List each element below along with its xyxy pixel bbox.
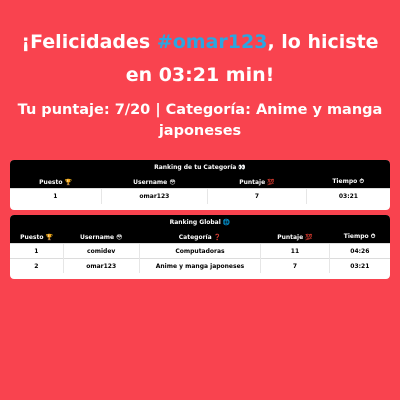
- global-header-row: Puesto 🏆 Username 😳 Categoría ❓ Puntaje …: [10, 231, 390, 244]
- congrats-headline: ¡Felicidades #omar123, lo hiciste en 03:…: [10, 26, 390, 92]
- global-ranking-card: Ranking Global 🌐 Puesto 🏆 Username 😳 Cat…: [10, 215, 390, 279]
- cell-username: omar123: [62, 258, 140, 273]
- cell-puntaje: 7: [207, 188, 307, 204]
- cell-puntaje: 11: [260, 243, 330, 259]
- table-row: 2 omar123 Anime y manga japoneses 7 03:2…: [10, 258, 390, 273]
- col-categoria: Categoría ❓: [139, 231, 261, 244]
- congrats-username: #omar123: [156, 31, 268, 53]
- cell-tiempo: 03:21: [328, 258, 390, 273]
- category-ranking-card: Ranking de tu Categoría 👀 Puesto 🏆 Usern…: [10, 160, 390, 210]
- global-ranking-title: Ranking Global 🌐: [10, 215, 390, 231]
- col-puntaje: Puntaje 💯: [207, 176, 307, 189]
- cell-categoria: Computadoras: [138, 243, 261, 259]
- col-username: Username 😳: [63, 231, 140, 244]
- cell-categoria: Anime y manga japoneses: [138, 258, 261, 273]
- category-header-row: Puesto 🏆 Username 😳 Puntaje 💯 Tiempo ⏱: [10, 176, 390, 189]
- score-summary: Tu puntaje: 7/20 | Categoría: Anime y ma…: [17, 102, 383, 139]
- cell-username: omar123: [100, 188, 208, 204]
- cell-puesto: 2: [10, 258, 64, 273]
- cell-puesto: 1: [10, 188, 102, 204]
- cell-tiempo: 04:26: [328, 243, 390, 259]
- table-row: 1 omar123 7 03:21: [10, 188, 390, 204]
- category-ranking-table: Puesto 🏆 Username 😳 Puntaje 💯 Tiempo ⏱ 1…: [10, 176, 390, 204]
- congrats-prefix: ¡Felicidades: [21, 31, 157, 53]
- col-tiempo: Tiempo ⏱: [329, 231, 390, 244]
- category-ranking-title: Ranking de tu Categoría 👀: [10, 160, 390, 176]
- col-tiempo: Tiempo ⏱: [306, 176, 390, 189]
- col-puesto: Puesto 🏆: [10, 176, 102, 189]
- cell-tiempo: 03:21: [305, 188, 390, 204]
- col-username: Username 😳: [101, 176, 208, 189]
- global-ranking-table: Puesto 🏆 Username 😳 Categoría ❓ Puntaje …: [10, 231, 390, 273]
- cell-puesto: 1: [10, 243, 64, 259]
- table-row: 1 comidev Computadoras 11 04:26: [10, 243, 390, 259]
- cell-puntaje: 7: [260, 258, 330, 273]
- col-puesto: Puesto 🏆: [10, 231, 64, 244]
- cell-username: comidev: [62, 243, 140, 259]
- col-puntaje: Puntaje 💯: [260, 231, 330, 244]
